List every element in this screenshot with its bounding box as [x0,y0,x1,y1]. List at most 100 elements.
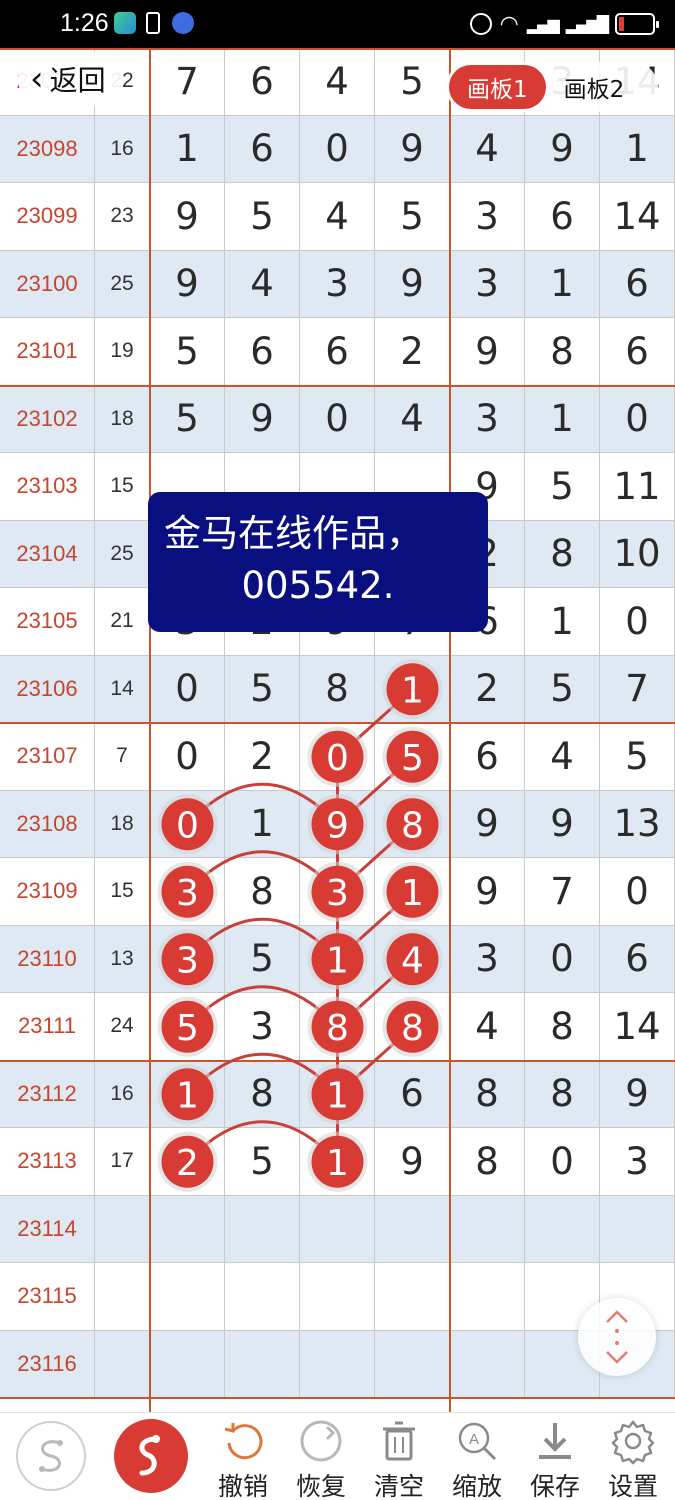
table-row[interactable]: 23112 16 1 8 1 6 8 8 9 [0,1060,675,1128]
digit-cell[interactable]: 0 [300,115,375,183]
table-row[interactable]: 23115 [0,1263,675,1331]
digit-cell[interactable]: 3 [450,250,525,318]
digit-cell[interactable] [450,1263,525,1331]
back-button[interactable]: ‹ 返回 [18,52,122,106]
table-row[interactable]: 23110 13 3 5 1 4 3 0 6 [0,925,675,993]
digit-cell[interactable]: 9 [600,1060,675,1128]
digit-cell[interactable] [375,1263,450,1331]
digit-cell[interactable]: 1 [150,1060,225,1128]
digit-cell[interactable]: 8 [225,858,300,926]
digit-cell[interactable]: 4 [300,48,375,116]
digit-cell[interactable]: 9 [525,790,600,858]
digit-cell[interactable]: 5 [225,183,300,251]
table-row[interactable]: 23109 15 3 8 3 1 9 7 0 [0,858,675,926]
digit-cell[interactable]: 5 [375,48,450,116]
digit-cell[interactable]: 6 [525,183,600,251]
table-row[interactable]: 23098 16 1 6 0 9 4 9 1 [0,115,675,183]
digit-cell[interactable]: 8 [450,1060,525,1128]
digit-cell[interactable] [450,1195,525,1263]
clear-button[interactable]: 清空 [360,1417,438,1500]
s-curve-button[interactable] [12,1419,90,1493]
digit-cell[interactable]: 4 [225,250,300,318]
digit-cell[interactable]: 9 [450,790,525,858]
digit-cell[interactable]: 1 [525,250,600,318]
digit-cell[interactable]: 9 [375,115,450,183]
digit-cell[interactable] [375,1330,450,1398]
digit-cell[interactable]: 7 [600,655,675,723]
zoom-button[interactable]: A 缩放 [438,1417,516,1500]
digit-cell[interactable]: 0 [150,723,225,791]
digit-cell[interactable] [300,1195,375,1263]
tab-board-2[interactable]: 画板2 [546,65,643,109]
digit-cell[interactable]: 3 [450,183,525,251]
digit-cell[interactable]: 5 [375,183,450,251]
digit-cell[interactable]: 8 [450,1128,525,1196]
digit-cell[interactable]: 6 [300,318,375,386]
digit-cell[interactable]: 6 [450,723,525,791]
digit-cell[interactable]: 9 [300,790,375,858]
digit-cell[interactable]: 9 [375,250,450,318]
digit-cell[interactable]: 3 [300,250,375,318]
digit-cell[interactable]: 5 [150,993,225,1061]
digit-cell[interactable]: 3 [450,385,525,453]
digit-cell[interactable]: 8 [375,993,450,1061]
digit-cell[interactable]: 1 [225,790,300,858]
digit-cell[interactable]: 9 [150,183,225,251]
digit-cell[interactable]: 7 [525,858,600,926]
digit-cell[interactable]: 6 [375,1060,450,1128]
digit-cell[interactable]: 8 [300,655,375,723]
digit-cell[interactable] [300,1330,375,1398]
digit-cell[interactable]: 1 [525,385,600,453]
digit-cell[interactable]: 8 [525,520,600,588]
digit-cell[interactable]: 0 [600,385,675,453]
digit-cell[interactable]: 4 [450,115,525,183]
digit-cell[interactable]: 2 [375,318,450,386]
digit-cell[interactable]: 6 [600,925,675,993]
table-row[interactable]: 23116 [0,1330,675,1398]
tab-board-1[interactable]: 画板1 [449,65,546,109]
digit-cell[interactable]: 0 [300,385,375,453]
table-row[interactable]: 23113 17 2 5 1 9 8 0 3 [0,1128,675,1196]
table-row[interactable]: 23106 14 0 5 8 1 2 5 7 [0,655,675,723]
digit-cell[interactable]: 4 [525,723,600,791]
digit-cell[interactable]: 8 [225,1060,300,1128]
digit-cell[interactable]: 9 [450,858,525,926]
table-row[interactable]: 23101 19 5 6 6 2 9 8 6 [0,318,675,386]
digit-cell[interactable]: 3 [225,993,300,1061]
digit-cell[interactable]: 8 [375,790,450,858]
digit-cell[interactable]: 3 [300,858,375,926]
table-row[interactable]: 23099 23 9 5 4 5 3 6 14 [0,183,675,251]
digit-cell[interactable]: 5 [525,453,600,521]
digit-cell[interactable]: 8 [525,993,600,1061]
digit-cell[interactable] [375,1195,450,1263]
draw-mode-button[interactable] [112,1417,190,1495]
table-row[interactable]: 23111 24 5 3 8 8 4 8 14 [0,993,675,1061]
digit-cell[interactable]: 5 [225,1128,300,1196]
settings-button[interactable]: 设置 [594,1417,672,1500]
digit-cell[interactable]: 4 [300,183,375,251]
digit-cell[interactable]: 0 [600,588,675,656]
digit-cell[interactable]: 1 [150,115,225,183]
digit-cell[interactable]: 6 [225,318,300,386]
digit-cell[interactable]: 6 [225,115,300,183]
digit-cell[interactable]: 14 [600,183,675,251]
digit-cell[interactable]: 3 [150,858,225,926]
digit-cell[interactable] [225,1263,300,1331]
digit-cell[interactable]: 1 [375,858,450,926]
digit-cell[interactable]: 5 [525,655,600,723]
table-row[interactable]: 23107 7 0 2 0 5 6 4 5 [0,723,675,791]
digit-cell[interactable]: 3 [450,925,525,993]
digit-cell[interactable]: 0 [525,925,600,993]
digit-cell[interactable]: 0 [300,723,375,791]
digit-cell[interactable]: 3 [600,1128,675,1196]
digit-cell[interactable]: 9 [375,1128,450,1196]
digit-cell[interactable]: 1 [525,588,600,656]
digit-cell[interactable]: 10 [600,520,675,588]
digit-cell[interactable] [225,1330,300,1398]
digit-cell[interactable] [450,1330,525,1398]
digit-cell[interactable]: 0 [600,858,675,926]
digit-cell[interactable]: 9 [150,250,225,318]
digit-cell[interactable]: 0 [150,790,225,858]
digit-cell[interactable] [300,1263,375,1331]
digit-cell[interactable] [225,1195,300,1263]
